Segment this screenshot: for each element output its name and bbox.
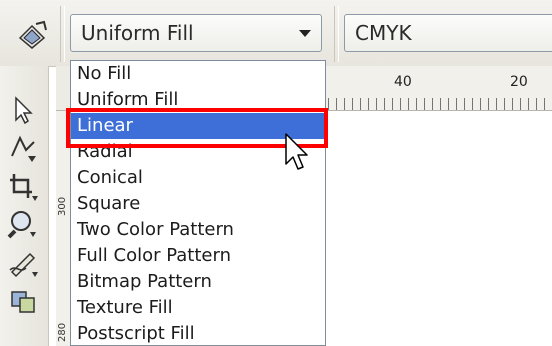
color-model-combo[interactable]: CMYK	[344, 14, 552, 52]
option-no-fill[interactable]: No Fill	[71, 61, 325, 87]
property-bar: Uniform Fill CMYK	[0, 0, 552, 67]
ruler-label: 40	[394, 74, 412, 90]
fill-tool-icon[interactable]	[14, 18, 50, 52]
option-bitmap-pattern[interactable]: Bitmap Pattern	[71, 269, 325, 295]
option-two-color-pattern[interactable]: Two Color Pattern	[71, 217, 325, 243]
option-full-color-pattern[interactable]: Full Color Pattern	[71, 243, 325, 269]
option-square[interactable]: Square	[71, 191, 325, 217]
crop-tool-icon[interactable]	[6, 170, 40, 202]
toolbar-separator	[60, 6, 65, 62]
smart-fill-icon[interactable]	[6, 284, 40, 316]
mouse-pointer-icon	[285, 133, 308, 170]
freehand-tool-icon[interactable]	[6, 246, 40, 278]
shape-tool-icon[interactable]	[6, 132, 40, 164]
toolbox	[0, 66, 49, 346]
ruler-label: 300	[57, 196, 68, 216]
fill-type-dropdown: No Fill Uniform Fill Linear Radial Conic…	[70, 60, 326, 346]
chevron-down-icon[interactable]	[299, 30, 311, 37]
option-postscript-fill[interactable]: Postscript Fill	[71, 321, 325, 345]
pick-tool-icon[interactable]	[6, 94, 40, 126]
color-model-value: CMYK	[355, 21, 412, 45]
toolbar-separator	[334, 6, 339, 62]
ruler-label: 280	[57, 322, 68, 342]
fill-type-combo[interactable]: Uniform Fill	[70, 14, 322, 52]
fill-type-value: Uniform Fill	[81, 21, 194, 45]
option-texture-fill[interactable]: Texture Fill	[71, 295, 325, 321]
zoom-tool-icon[interactable]	[6, 208, 40, 240]
ruler-label: 20	[510, 74, 528, 90]
